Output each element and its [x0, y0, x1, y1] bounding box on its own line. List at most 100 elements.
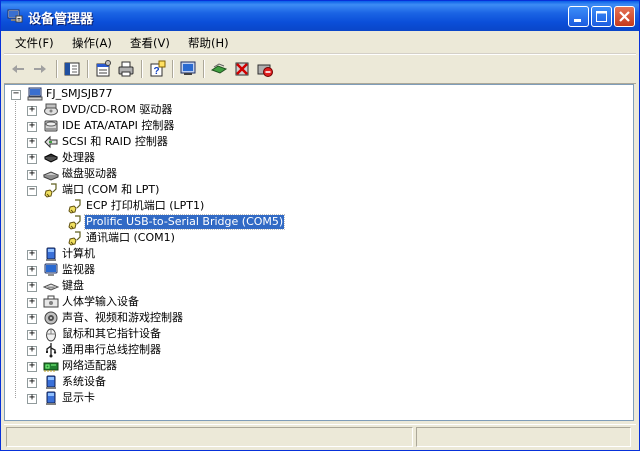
computer-icon — [46, 247, 56, 261]
mouse-icon — [46, 328, 56, 342]
tree-category[interactable]: + SCSI 和 RAID 控制器 — [27, 134, 427, 150]
expand-icon[interactable]: + — [27, 120, 37, 132]
toolbar: ? — [4, 54, 636, 84]
usb-icon — [46, 343, 57, 358]
collapse-icon[interactable]: − — [11, 88, 21, 100]
tree-device[interactable]: ECP 打印机端口 (LPT1) — [43, 198, 443, 214]
expand-icon[interactable]: + — [27, 104, 37, 116]
tree-item-label: 计算机 — [62, 247, 95, 260]
update-driver-icon — [210, 63, 228, 74]
menu-action[interactable]: 操作(A) — [72, 35, 112, 51]
ide-controller-icon — [44, 120, 58, 132]
tree-category[interactable]: + 计算机 — [27, 246, 427, 262]
tree-item-label: 通用串行总线控制器 — [62, 343, 161, 356]
port-icon — [68, 231, 81, 246]
menu-bar: 文件(F) 操作(A) 查看(V) 帮助(H) — [4, 31, 636, 54]
tree-category[interactable]: + 处理器 — [27, 150, 427, 166]
toolbar-separator — [141, 60, 143, 78]
help-icon: ? — [150, 60, 166, 77]
scsi-controller-icon — [44, 135, 58, 149]
tree-item-label: 端口 (COM 和 LPT) — [62, 183, 160, 196]
title-bar[interactable]: 设备管理器 — [1, 1, 639, 31]
tree-category[interactable]: + 人体学输入设备 — [27, 294, 427, 310]
expand-icon[interactable]: + — [27, 248, 37, 260]
tree-item-label: 监视器 — [62, 263, 95, 276]
uninstall-button[interactable] — [232, 59, 252, 79]
maximize-icon — [596, 11, 607, 22]
expand-icon[interactable]: + — [27, 360, 37, 372]
expand-icon[interactable]: + — [27, 392, 37, 404]
port-icon — [44, 183, 57, 198]
expand-icon[interactable]: + — [27, 136, 37, 148]
sound-icon — [44, 311, 58, 325]
tree-category[interactable]: + 系统设备 — [27, 374, 427, 390]
tree-category[interactable]: + 声音、视频和游戏控制器 — [27, 310, 427, 326]
print-button[interactable] — [116, 59, 136, 79]
update-driver-button[interactable] — [209, 59, 229, 79]
tree-category[interactable]: + 显示卡 — [27, 390, 427, 406]
properties-button[interactable] — [93, 59, 113, 79]
processor-icon — [43, 153, 59, 163]
expand-icon[interactable]: + — [27, 264, 37, 276]
expand-icon[interactable]: + — [27, 168, 37, 180]
collapse-icon[interactable]: − — [27, 184, 37, 196]
tree-category[interactable]: + DVD/CD-ROM 驱动器 — [27, 102, 427, 118]
back-button[interactable] — [8, 59, 28, 79]
maximize-button[interactable] — [591, 6, 612, 27]
tree-root[interactable]: − FJ_SMJSJB77 — [11, 86, 131, 102]
tree-category[interactable]: + 磁盘驱动器 — [27, 166, 427, 182]
uninstall-icon — [235, 62, 249, 76]
tree-category[interactable]: − 端口 (COM 和 LPT) — [27, 182, 427, 198]
dvd-drive-icon — [44, 103, 58, 116]
menu-view[interactable]: 查看(V) — [130, 35, 170, 51]
svg-text:?: ? — [154, 66, 160, 77]
tree-item-label: 网络适配器 — [62, 359, 117, 372]
tree-connector-line — [15, 99, 16, 398]
tree-item-label: 处理器 — [62, 151, 95, 164]
scan-hardware-button[interactable] — [178, 59, 198, 79]
expand-icon[interactable]: + — [27, 344, 37, 356]
expand-icon[interactable]: + — [27, 328, 37, 340]
tree-item-label: 声音、视频和游戏控制器 — [62, 311, 183, 324]
toolbar-separator — [172, 60, 174, 78]
disable-button[interactable] — [255, 59, 275, 79]
expand-icon[interactable]: + — [27, 376, 37, 388]
tree-category[interactable]: + 网络适配器 — [27, 358, 427, 374]
tree-category[interactable]: + 键盘 — [27, 278, 427, 294]
tree-category[interactable]: + 鼠标和其它指针设备 — [27, 326, 427, 342]
tree-category[interactable]: + 监视器 — [27, 262, 427, 278]
tree-item-label: 鼠标和其它指针设备 — [62, 327, 161, 340]
expand-icon[interactable]: + — [27, 280, 37, 292]
help-button[interactable]: ? — [147, 59, 167, 79]
tree-item-label: IDE ATA/ATAPI 控制器 — [62, 119, 175, 132]
tree-item-label: 通讯端口 (COM1) — [86, 231, 175, 244]
tree-device[interactable]: Prolific USB-to-Serial Bridge (COM5) — [43, 214, 443, 230]
port-icon — [68, 215, 81, 230]
system-device-icon — [46, 375, 56, 389]
toolbar-separator — [56, 60, 58, 78]
expand-icon[interactable]: + — [27, 296, 37, 308]
forward-icon — [34, 65, 46, 73]
forward-button[interactable] — [30, 59, 50, 79]
expand-icon[interactable]: + — [27, 152, 37, 164]
show-hide-tree-button[interactable] — [62, 59, 82, 79]
close-icon — [619, 11, 630, 22]
close-button[interactable] — [614, 6, 635, 27]
device-manager-window: 设备管理器 文件(F) 操作(A) 查看(V) 帮助(H) ? − FJ_SMJ… — [0, 0, 640, 451]
tree-item-label: 磁盘驱动器 — [62, 167, 117, 180]
tree-category[interactable]: + IDE ATA/ATAPI 控制器 — [27, 118, 427, 134]
expand-icon[interactable]: + — [27, 312, 37, 324]
tree-device[interactable]: 通讯端口 (COM1) — [43, 230, 443, 246]
tree-root-label: FJ_SMJSJB77 — [46, 87, 113, 100]
tree-category[interactable]: + 通用串行总线控制器 — [27, 342, 427, 358]
disable-icon — [257, 64, 273, 77]
scan-hardware-icon — [180, 61, 196, 75]
toolbar-separator — [203, 60, 205, 78]
device-tree[interactable]: − FJ_SMJSJB77 + DVD/CD-ROM 驱动器 + IDE ATA/AT… — [4, 84, 634, 421]
properties-icon — [96, 60, 111, 77]
device-manager-icon — [7, 9, 23, 23]
menu-file[interactable]: 文件(F) — [15, 35, 54, 51]
minimize-button[interactable] — [568, 6, 589, 27]
menu-help[interactable]: 帮助(H) — [188, 35, 229, 51]
computer-root-icon — [27, 87, 43, 101]
